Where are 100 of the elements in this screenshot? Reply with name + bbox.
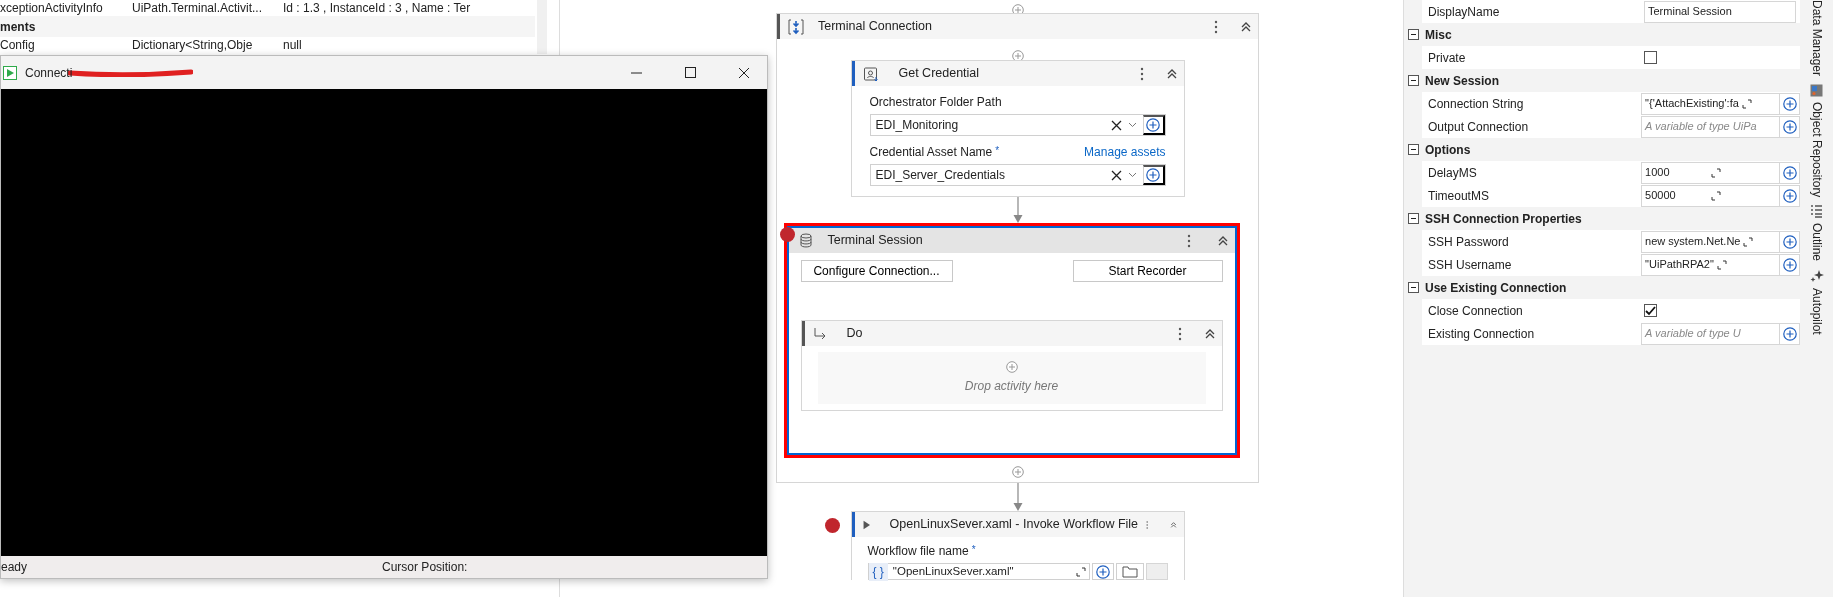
record-button[interactable]: Start Recorder (1072, 260, 1223, 282)
drop-zone[interactable]: Drop activity here (817, 352, 1206, 404)
checkbox[interactable] (1644, 51, 1657, 64)
cursor-position-label: Cursor Position: (382, 559, 468, 576)
side-tab[interactable]: Object Repository (1807, 84, 1826, 198)
table-cell: xceptionActivityInfo (0, 1, 103, 15)
repository-icon (1810, 84, 1823, 98)
scrollbar[interactable] (537, 0, 547, 54)
branch-arrow-icon (812, 327, 827, 340)
dropdown-icon[interactable] (1127, 122, 1137, 128)
property-field[interactable]: Terminal Session (1644, 0, 1796, 23)
configure-button[interactable]: Configure Connection... (800, 260, 953, 282)
group-header: ments (0, 18, 36, 36)
table-cell: UiPath.Terminal.Activit... (132, 1, 263, 15)
expand-icon[interactable] (1075, 566, 1086, 577)
collapse-icon[interactable] (1408, 29, 1419, 40)
collapse-icon[interactable] (1408, 213, 1419, 224)
more-icon[interactable] (1214, 19, 1218, 34)
add-icon (1782, 96, 1797, 111)
window-title: Connecti (25, 64, 73, 82)
maximize-icon (684, 67, 696, 78)
add-icon (1095, 564, 1110, 579)
clear-icon[interactable] (1110, 169, 1122, 181)
expression-field[interactable]: A variable of type U (1641, 322, 1781, 345)
property-label: Close Connection (1427, 302, 1524, 320)
expression-field[interactable]: 1000 (1641, 161, 1781, 184)
add-icon (1782, 326, 1797, 341)
side-tab[interactable]: Autopilot (1807, 269, 1826, 336)
expression-field[interactable]: "{'AttachExisting':fa (1641, 92, 1781, 115)
required-mark: * (995, 144, 1000, 158)
add-button[interactable] (1142, 115, 1165, 135)
activity-title: Terminal Session (827, 232, 924, 250)
activity-card[interactable]: Do Drop activity here (800, 320, 1223, 411)
folder-icon (1121, 565, 1138, 578)
activity-card[interactable]: Terminal Session Configure Connection... Start Recorder Do Drop activity here (783, 223, 1240, 458)
checkbox[interactable] (1644, 304, 1657, 317)
close-icon (738, 66, 750, 79)
table-cell: Id : 1.3 , InstanceId : 3 , Name : Ter (283, 1, 471, 15)
expression-field[interactable]: 50000 (1641, 184, 1781, 207)
property-label: Private (1427, 49, 1467, 67)
property-label: DelayMS (1427, 164, 1478, 182)
sparkle-icon (1809, 269, 1824, 284)
breakpoint-dot[interactable] (779, 227, 795, 242)
add-icon[interactable] (1011, 465, 1024, 478)
property-label: TimeoutMS (1427, 187, 1490, 205)
expand-icon[interactable] (1710, 190, 1721, 201)
activity-title: Terminal Connection (818, 18, 933, 36)
property-label: Connection String (1427, 95, 1525, 113)
connector-arrow (1011, 197, 1024, 223)
clear-icon[interactable] (1110, 119, 1122, 131)
add-icon (1146, 118, 1160, 132)
activity-title: OpenLinuxSever.xaml - Invoke Workflow File (889, 516, 1139, 534)
side-tab[interactable]: Data Manager (1807, 0, 1826, 77)
collapse-icon[interactable] (1240, 20, 1252, 33)
add-icon (1782, 257, 1797, 272)
property-label: Existing Connection (1427, 325, 1536, 343)
property-label: SSH Username (1427, 256, 1513, 274)
add-icon (1782, 119, 1797, 134)
activity-card[interactable]: Get Credential Orchestrator Folder Path EDI_Monitoring Credential Asset Name * Manage assets EDI_Server_Credentials (850, 60, 1185, 197)
category-header: New Session (1425, 72, 1500, 90)
expand-icon[interactable] (1716, 259, 1727, 270)
add-button[interactable] (1142, 165, 1165, 185)
category-header: Misc (1425, 26, 1452, 44)
dropdown-icon[interactable] (1127, 172, 1137, 178)
table-cell: Config (0, 38, 35, 52)
expression-field[interactable]: A variable of type UiPa (1641, 115, 1781, 138)
expand-icon[interactable] (1743, 236, 1754, 247)
connector-arrow (1011, 483, 1024, 511)
more-icon[interactable] (1177, 326, 1182, 341)
property-label: SSH Password (1427, 233, 1510, 251)
collapse-icon[interactable] (1408, 144, 1419, 155)
side-tab[interactable]: Outline (1807, 205, 1826, 262)
expression-field[interactable]: "UiPathRPA2" (1641, 253, 1781, 276)
add-icon[interactable] (1005, 361, 1018, 373)
more-icon[interactable] (1139, 66, 1144, 81)
category-header: SSH Connection Properties (1425, 210, 1582, 228)
add-icon (1782, 234, 1797, 249)
expand-icon[interactable] (1741, 98, 1752, 109)
credential-icon (862, 65, 879, 82)
expression-field[interactable]: { } "OpenLinuxSever.xaml" (867, 563, 1090, 580)
property-label: Output Connection (1427, 118, 1530, 136)
activity-title: Do (846, 325, 864, 343)
collapse-icon[interactable] (1408, 282, 1419, 293)
manage-assets-link[interactable]: Manage assets (1084, 143, 1166, 161)
expression-field[interactable]: new system.Net.Ne (1641, 230, 1781, 253)
field-label: Workflow file name (867, 543, 969, 560)
more-icon[interactable] (1186, 233, 1191, 248)
table-cell: null (283, 38, 302, 52)
collapse-icon[interactable] (1408, 75, 1419, 86)
expand-icon[interactable] (1710, 167, 1721, 178)
sequence-card[interactable] (776, 13, 1259, 483)
property-label: DisplayName (1427, 3, 1501, 21)
combo-field[interactable]: EDI_Monitoring (869, 114, 1166, 136)
add-icon (1782, 165, 1797, 180)
collapse-icon[interactable] (1165, 67, 1178, 80)
combo-field[interactable]: EDI_Server_Credentials (869, 164, 1166, 186)
collapse-icon[interactable] (1216, 234, 1229, 247)
collapse-icon[interactable] (1203, 327, 1216, 340)
breakpoint-dot[interactable] (824, 518, 840, 533)
expression-marker: { } (868, 562, 888, 581)
